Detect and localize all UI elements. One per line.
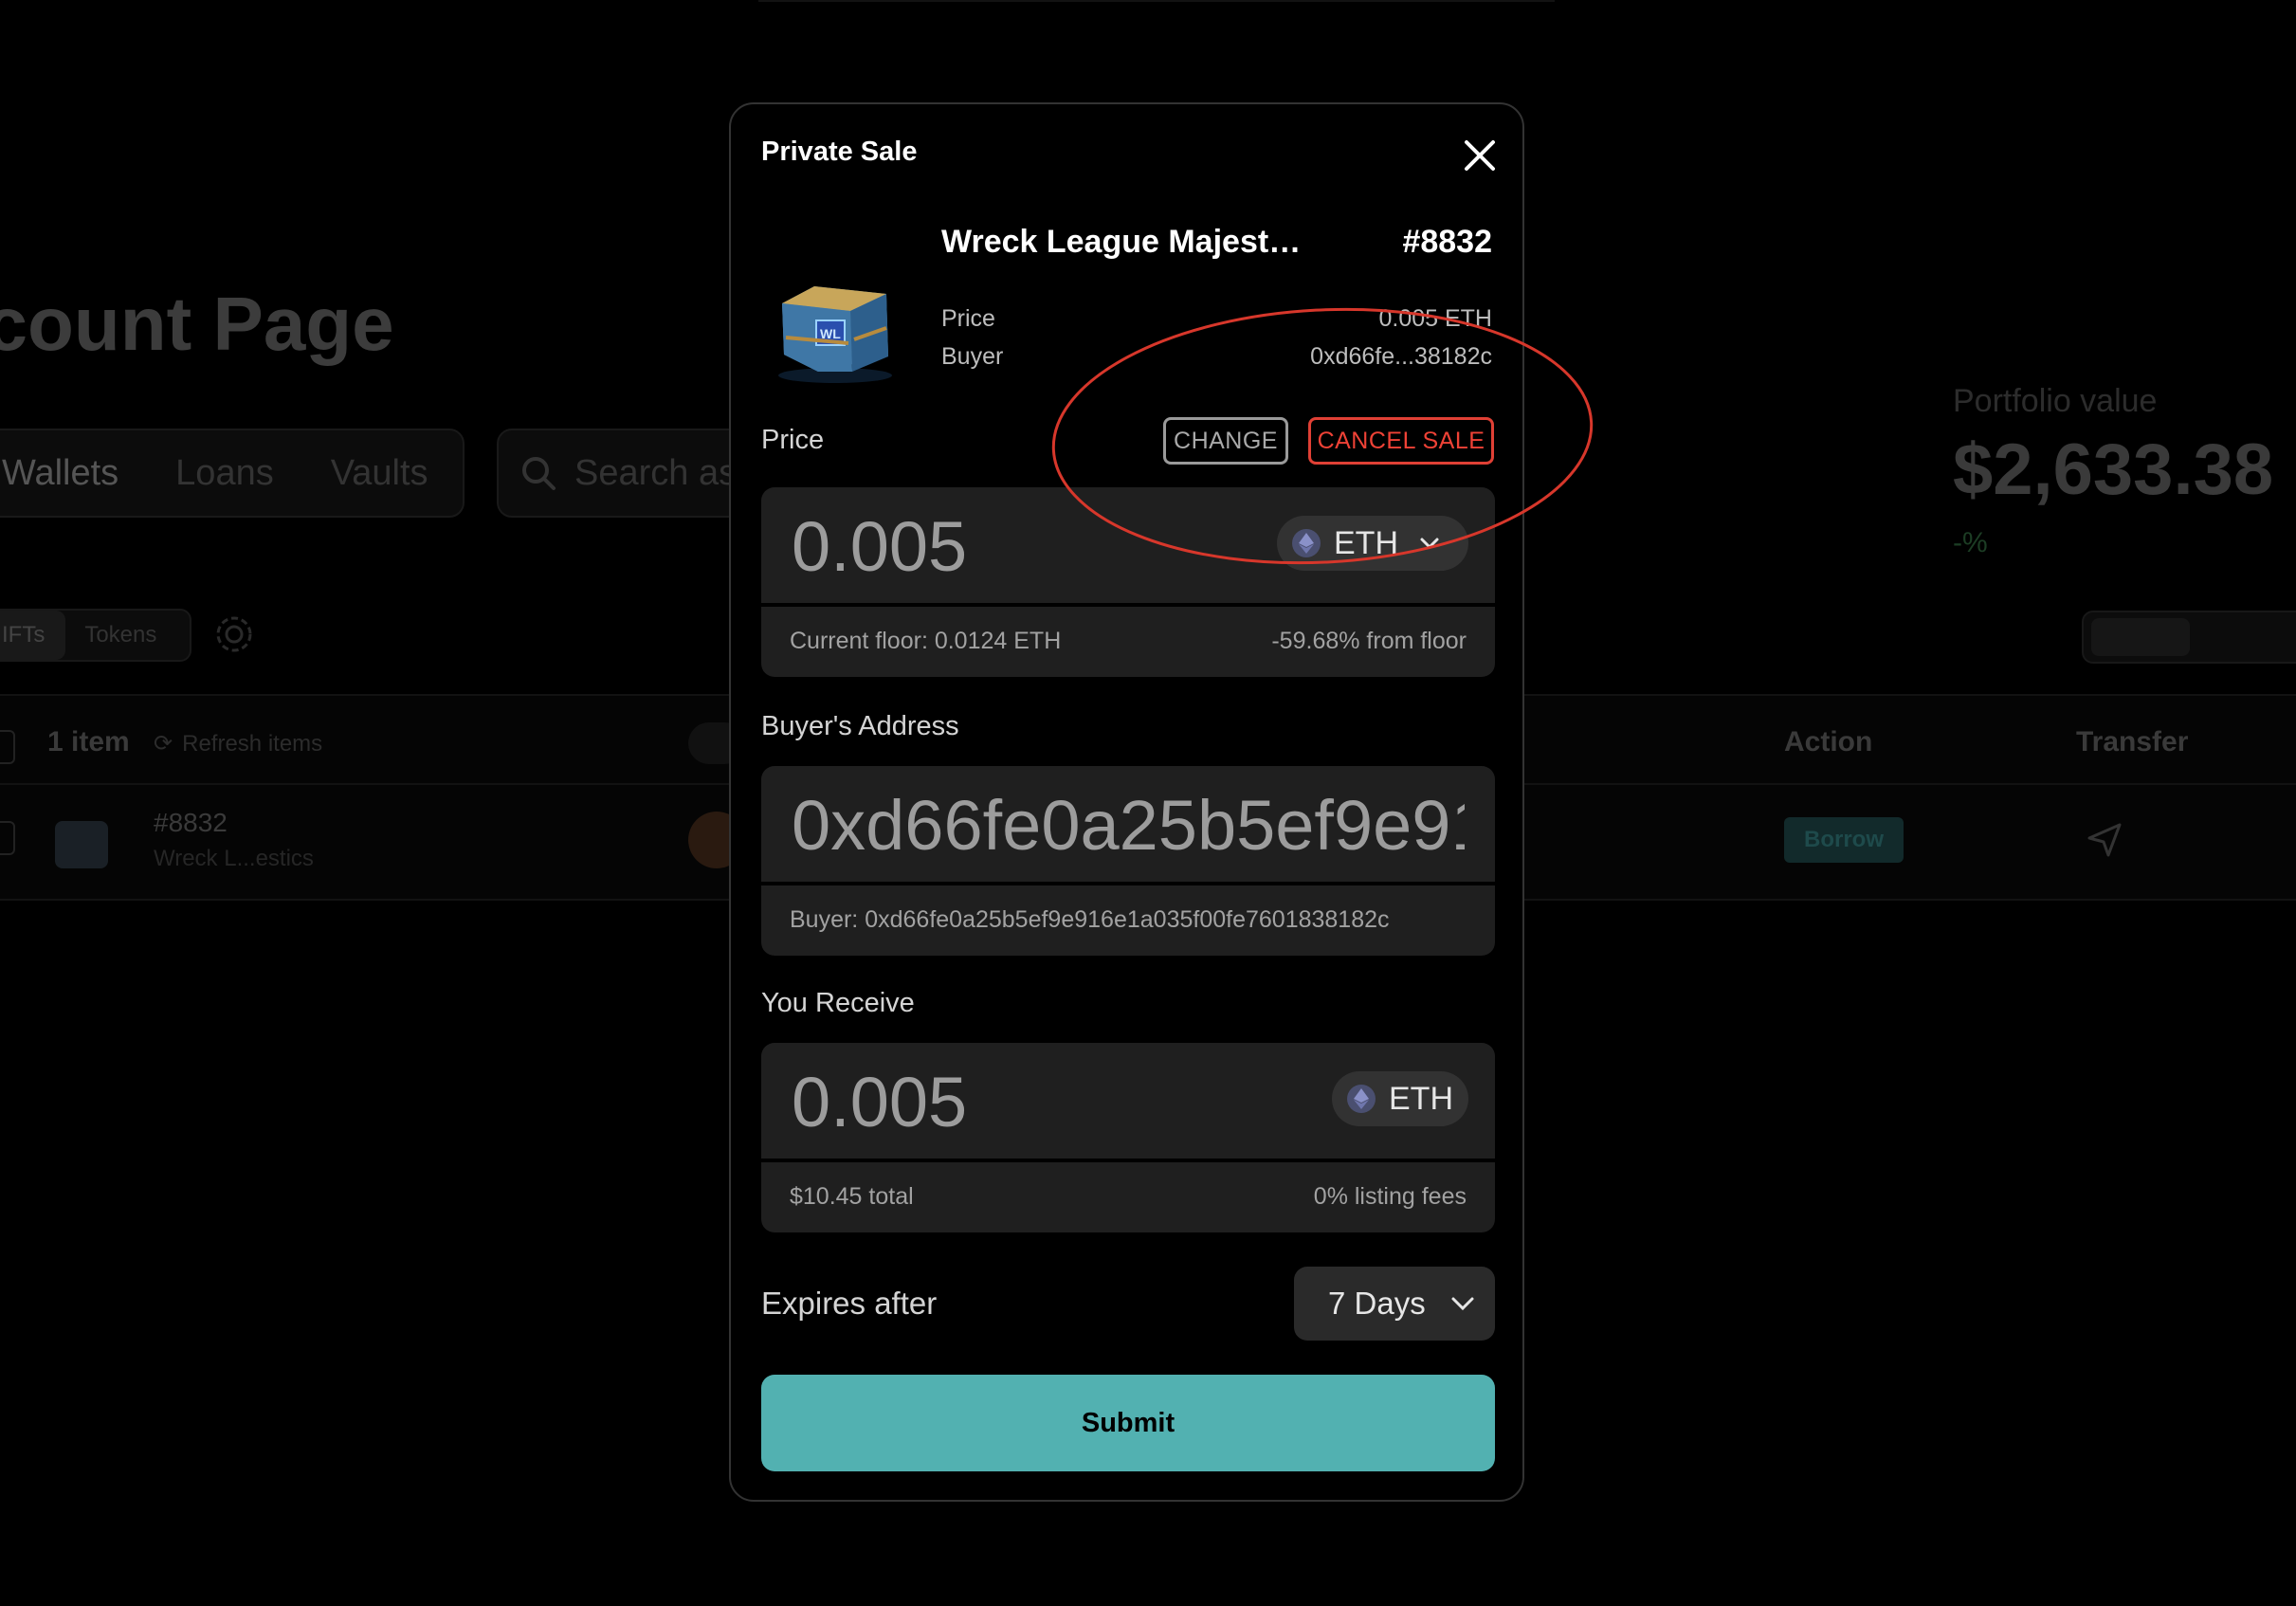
- portfolio-label: Portfolio value: [1953, 383, 2158, 419]
- account-tabs: Wallets Loans Vaults: [0, 429, 465, 518]
- gear-icon[interactable]: [210, 611, 258, 658]
- eth-icon: [1292, 529, 1321, 557]
- refresh-label: Refresh items: [182, 730, 323, 757]
- buyer-full-address-text: Buyer: 0xd66fe0a25b5ef9e916e1a035f00fe76…: [790, 906, 1390, 933]
- row-token-id: #8832: [154, 808, 228, 837]
- tab-vaults[interactable]: Vaults: [331, 453, 428, 494]
- receive-amount-field: 0.005 ETH: [761, 1043, 1495, 1159]
- nft-price-value: 0.005 ETH: [1378, 305, 1492, 332]
- nft-price-label: Price: [941, 305, 995, 332]
- tab-wallets[interactable]: Wallets: [2, 453, 118, 494]
- search-icon: [522, 457, 556, 490]
- column-transfer: Transfer: [2076, 726, 2189, 757]
- submit-button[interactable]: Submit: [761, 1375, 1495, 1471]
- nft-name: Wreck League Majesti...: [941, 224, 1302, 260]
- listing-fees-text: 0% listing fees: [1313, 1183, 1467, 1210]
- receive-token-label: ETH: [1389, 1080, 1453, 1117]
- tab-nfts[interactable]: IFTs: [0, 611, 66, 660]
- buyer-address-input[interactable]: 0xd66fe0a25b5ef9e916e1a035f00fe760183818…: [761, 766, 1495, 882]
- tab-tokens[interactable]: Tokens: [65, 622, 156, 648]
- nft-thumbnail: WL: [778, 286, 892, 383]
- expires-after-label: Expires after: [761, 1286, 938, 1321]
- price-info-bar: Current floor: 0.0124 ETH -59.68% from f…: [761, 607, 1495, 677]
- close-icon[interactable]: [1461, 137, 1499, 174]
- expires-select[interactable]: 7 Days: [1294, 1267, 1495, 1341]
- refresh-icon: ⟳: [154, 731, 173, 757]
- eth-icon: [1347, 1085, 1376, 1113]
- search-placeholder: Search as: [574, 452, 738, 493]
- row-thumbnail: [55, 821, 108, 868]
- asset-type-tabs: IFTs Tokens: [0, 609, 191, 662]
- expires-value: 7 Days: [1328, 1286, 1426, 1321]
- view-toggle: [2082, 611, 2296, 664]
- receive-token-badge: ETH: [1332, 1071, 1468, 1126]
- nft-token-id: #8832: [1402, 224, 1492, 260]
- chevron-down-icon: [1451, 1297, 1474, 1311]
- header-divider: [758, 0, 1555, 2]
- current-floor-text: Current floor: 0.0124 ETH: [790, 628, 1062, 654]
- list-view-button[interactable]: [2091, 618, 2190, 656]
- buyer-address-label: Buyer's Address: [761, 711, 959, 741]
- floor-difference-text: -59.68% from floor: [1271, 628, 1467, 654]
- page-title: ccount Page: [0, 282, 394, 366]
- buyer-info-bar: Buyer: 0xd66fe0a25b5ef9e916e1a035f00fe76…: [761, 885, 1495, 956]
- column-action: Action: [1784, 726, 1873, 757]
- price-token-select[interactable]: ETH: [1277, 516, 1468, 571]
- buyer-address-value: 0xd66fe0a25b5ef9e916e1a035f00fe760183818…: [792, 786, 1465, 865]
- nft-buyer-label: Buyer: [941, 343, 1004, 370]
- refresh-items-button[interactable]: ⟳ Refresh items: [154, 730, 322, 757]
- price-amount: 0.005: [792, 507, 968, 586]
- select-all-checkbox[interactable]: [0, 730, 15, 764]
- portfolio-change: -%: [1953, 527, 1988, 558]
- price-token-label: ETH: [1334, 524, 1398, 561]
- tab-loans[interactable]: Loans: [175, 453, 274, 494]
- portfolio-value: $2,633.38: [1953, 429, 2274, 510]
- receive-info-bar: $10.45 total 0% listing fees: [761, 1162, 1495, 1232]
- nft-buyer-value: 0xd66fe...38182c: [1310, 343, 1492, 370]
- receive-amount: 0.005: [792, 1063, 968, 1141]
- cancel-sale-button[interactable]: CANCEL SALE: [1308, 417, 1494, 465]
- private-sale-modal: Private Sale WL Wreck League Majesti... …: [729, 102, 1524, 1502]
- receive-total-text: $10.45 total: [790, 1183, 914, 1210]
- price-section-label: Price: [761, 425, 825, 455]
- item-count: 1 item: [47, 726, 130, 757]
- borrow-button[interactable]: Borrow: [1784, 817, 1904, 863]
- you-receive-label: You Receive: [761, 988, 915, 1018]
- modal-title: Private Sale: [761, 137, 918, 167]
- send-icon[interactable]: [2086, 821, 2123, 859]
- change-button[interactable]: CHANGE: [1163, 417, 1288, 465]
- search-input[interactable]: Search as: [497, 429, 743, 518]
- row-checkbox[interactable]: [0, 821, 15, 855]
- row-collection-name: Wreck L...estics: [154, 846, 314, 871]
- chevron-down-icon: [1420, 538, 1439, 550]
- price-input[interactable]: 0.005 ETH: [761, 487, 1495, 603]
